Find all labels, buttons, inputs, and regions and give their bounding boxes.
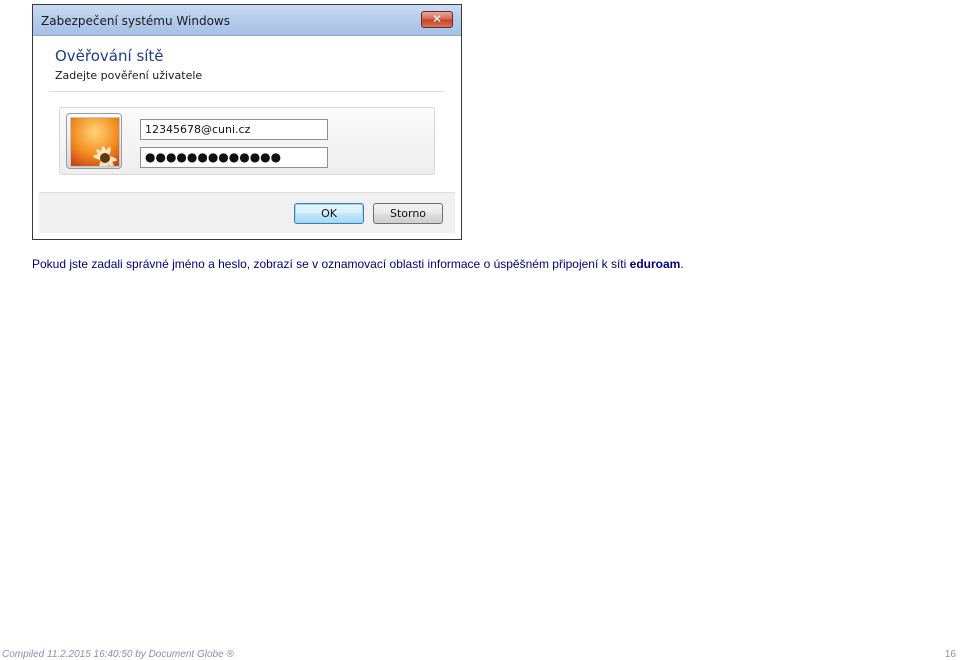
- user-tile-avatar: [66, 113, 122, 169]
- button-bar: OK Storno: [39, 192, 455, 233]
- dialog-heading: Ověřování sítě: [55, 47, 164, 65]
- compiled-footer: Compiled 11.2.2015 16:40:50 by Document …: [2, 649, 234, 660]
- username-field[interactable]: 12345678@cuni.cz: [140, 119, 328, 140]
- dialog-title: Zabezpečení systému Windows: [41, 14, 230, 28]
- page-number: 16: [944, 649, 956, 660]
- divider: [49, 91, 445, 92]
- ok-button[interactable]: OK: [294, 203, 364, 224]
- flower-user-tile-icon: [70, 117, 120, 167]
- cancel-button[interactable]: Storno: [373, 203, 443, 224]
- caption-text: Pokud jste zadali správné jméno a heslo,…: [32, 257, 684, 271]
- password-field[interactable]: ●●●●●●●●●●●●●: [140, 147, 328, 168]
- network-name: eduroam: [629, 257, 681, 271]
- close-button[interactable]: ✕: [421, 11, 453, 28]
- dialog-screenshot: Zabezpečení systému Windows ✕ Ověřování …: [32, 4, 462, 240]
- caption-before: Pokud jste zadali správné jméno a heslo,…: [32, 257, 630, 271]
- title-bar: Zabezpečení systému Windows ✕: [33, 5, 461, 36]
- dialog-content: Ověřování sítě Zadejte pověření uživatel…: [39, 36, 455, 233]
- close-icon: ✕: [431, 12, 443, 26]
- credential-tile: 12345678@cuni.cz ●●●●●●●●●●●●●: [59, 107, 435, 175]
- dialog-subheading: Zadejte pověření uživatele: [55, 69, 203, 82]
- caption-after: .: [680, 257, 684, 271]
